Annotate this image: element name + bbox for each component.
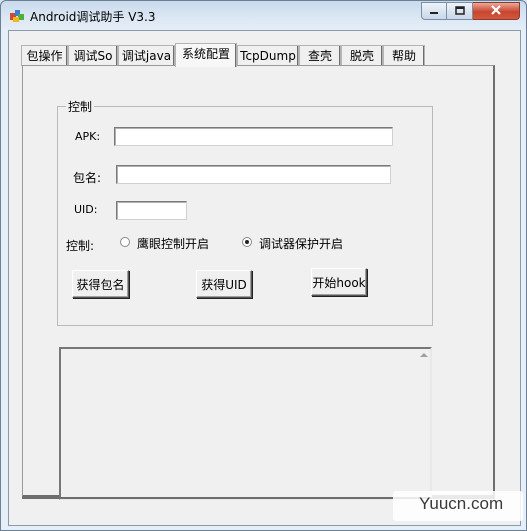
maximize-icon [454, 4, 465, 18]
tab-label: 脱壳 [349, 49, 374, 63]
close-button[interactable] [473, 2, 520, 20]
log-vertical-scrollbar[interactable] [416, 349, 430, 498]
start-hook-button[interactable]: 开始hook [311, 268, 367, 296]
tab-label: 调试java [121, 49, 172, 63]
client-area: 包操作 调试So 调试java 系统配置 TcpDump 查壳 脱壳 帮助 控制… [8, 30, 521, 526]
tab-label: 帮助 [391, 49, 416, 63]
uid-input[interactable] [116, 201, 187, 220]
tab-debug-java[interactable]: 调试java [118, 45, 175, 66]
app-window: Android调试助手 V3.3 包操作 调试So 调试java 系统配置 Tc… [0, 0, 527, 531]
apk-label: APK: [75, 130, 101, 143]
apk-input[interactable] [114, 127, 393, 146]
tab-debug-so[interactable]: 调试So [68, 45, 118, 66]
app-icon [9, 7, 25, 23]
close-icon [490, 4, 502, 18]
package-name-label: 包名: [73, 171, 102, 185]
tab-label: TcpDump [240, 49, 296, 63]
window-title: Android调试助手 V3.3 [30, 10, 156, 24]
tab-label: 系统配置 [181, 47, 230, 61]
tab-label: 查壳 [307, 49, 332, 63]
radio-hawkeye-control[interactable] [120, 237, 130, 247]
radio-debugger-protect-label[interactable]: 调试器保护开启 [259, 235, 343, 252]
radio-debugger-protect[interactable] [242, 237, 252, 247]
tab-help[interactable]: 帮助 [383, 45, 425, 66]
radio-hawkeye-label[interactable]: 鹰眼控制开启 [137, 235, 209, 252]
get-uid-button[interactable]: 获得UID [196, 270, 252, 298]
get-package-name-button[interactable]: 获得包名 [72, 270, 129, 298]
control-label: 控制: [66, 239, 95, 253]
minimize-button[interactable] [421, 2, 447, 20]
tab-label: 包操作 [26, 49, 63, 63]
watermark-text: Yuucn.com [419, 494, 504, 513]
tab-unpack[interactable]: 脱壳 [341, 45, 383, 66]
minimize-icon [429, 4, 439, 18]
log-output-box[interactable] [59, 347, 432, 500]
tab-check-shell[interactable]: 查壳 [299, 45, 341, 66]
package-name-input[interactable] [116, 165, 391, 184]
tab-system-config[interactable]: 系统配置 [175, 43, 237, 67]
maximize-button[interactable] [447, 2, 473, 20]
uid-label: UID: [74, 203, 98, 216]
scroll-up-arrow-icon[interactable] [420, 353, 428, 357]
control-group-legend: 控制 [66, 98, 95, 115]
tab-label: 调试So [73, 49, 113, 63]
tab-package-ops[interactable]: 包操作 [21, 45, 68, 66]
title-bar[interactable]: Android调试助手 V3.3 [1, 1, 526, 29]
tab-tcpdump[interactable]: TcpDump [237, 45, 299, 66]
